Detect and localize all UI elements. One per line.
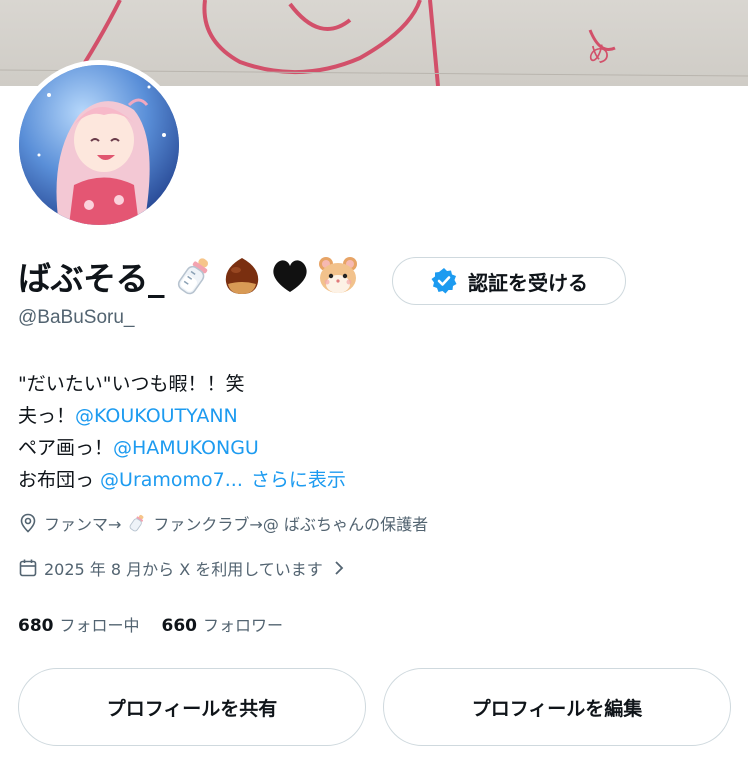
share-profile-label: プロフィールを共有 xyxy=(106,697,278,720)
bio-line-2: 夫っ！@KOUKOUTYANN xyxy=(18,400,346,432)
show-more-link[interactable]: さらに表示 xyxy=(251,469,346,491)
edit-profile-button[interactable]: プロフィールを編集 xyxy=(383,668,731,746)
profile-bio: "だいたい"いつも暇！！笑 夫っ！@KOUKOUTYANN ペア画っ！@HAMU… xyxy=(18,368,346,496)
following-label: フォロー中 xyxy=(59,616,140,635)
location-text-suffix: ファンクラブ→@ ばぶちゃんの保護者 xyxy=(153,515,429,534)
following-count: 680 xyxy=(18,616,54,636)
baby-bottle-icon xyxy=(177,258,208,295)
follow-stats: 680 フォロー中 660 フォロワー xyxy=(18,612,283,636)
following-stat[interactable]: 680 フォロー中 xyxy=(18,612,140,636)
profile-location: ファンマ→ ファンクラブ→@ ばぶちゃんの保護者 xyxy=(18,511,428,535)
user-handle: @BaBuSoru_ xyxy=(18,307,135,328)
avatar[interactable] xyxy=(19,65,179,225)
followers-count: 660 xyxy=(161,616,198,636)
mention-link-uramomo7[interactable]: @Uramomo7... xyxy=(100,469,243,491)
chevron-right-icon xyxy=(335,561,344,575)
edit-profile-label: プロフィールを編集 xyxy=(471,697,643,720)
location-text-prefix: ファンマ→ xyxy=(44,515,122,534)
display-name: ばぶそる_ xyxy=(18,259,165,298)
baby-bottle-small-icon xyxy=(129,514,144,532)
location-pin-icon xyxy=(20,513,36,533)
bio-line-1: "だいたい"いつも暇！！笑 xyxy=(18,373,245,395)
bio-line-3: ペア画っ！@HAMUKONGU xyxy=(18,432,346,464)
chestnut-icon xyxy=(225,258,259,294)
calendar-icon xyxy=(19,559,37,577)
bio-line-4-text: お布団っ xyxy=(18,469,101,491)
mention-link-hamukongu[interactable]: @HAMUKONGU xyxy=(113,437,259,459)
joined-date-text: 2025 年 8 月から X を利用しています xyxy=(44,560,323,579)
followers-stat[interactable]: 660 フォロワー xyxy=(162,612,284,636)
hamster-icon xyxy=(319,257,357,293)
profile-name-row: ばぶそる_ xyxy=(18,252,360,300)
mention-link-koukoutyann[interactable]: @KOUKOUTYANN xyxy=(75,405,238,427)
bio-line-3-text: ペア画っ！ xyxy=(18,437,114,459)
avatar-illustration xyxy=(19,65,179,225)
bio-line-4: お布団っ @Uramomo7... さらに表示 xyxy=(18,464,346,496)
share-profile-button[interactable]: プロフィールを共有 xyxy=(18,668,366,746)
black-heart-icon xyxy=(273,260,307,292)
avatar-frame[interactable] xyxy=(14,60,184,230)
profile-joined[interactable]: 2025 年 8 月から X を利用しています xyxy=(18,556,349,580)
get-verified-button[interactable]: 認証を受ける xyxy=(392,257,626,305)
name-emojis xyxy=(172,254,360,298)
followers-label: フォロワー xyxy=(203,616,284,635)
verified-badge-icon xyxy=(431,268,457,294)
get-verified-label: 認証を受ける xyxy=(468,270,588,295)
bio-line-2-text: 夫っ！ xyxy=(18,405,76,427)
svg-text:め: め xyxy=(588,43,610,68)
